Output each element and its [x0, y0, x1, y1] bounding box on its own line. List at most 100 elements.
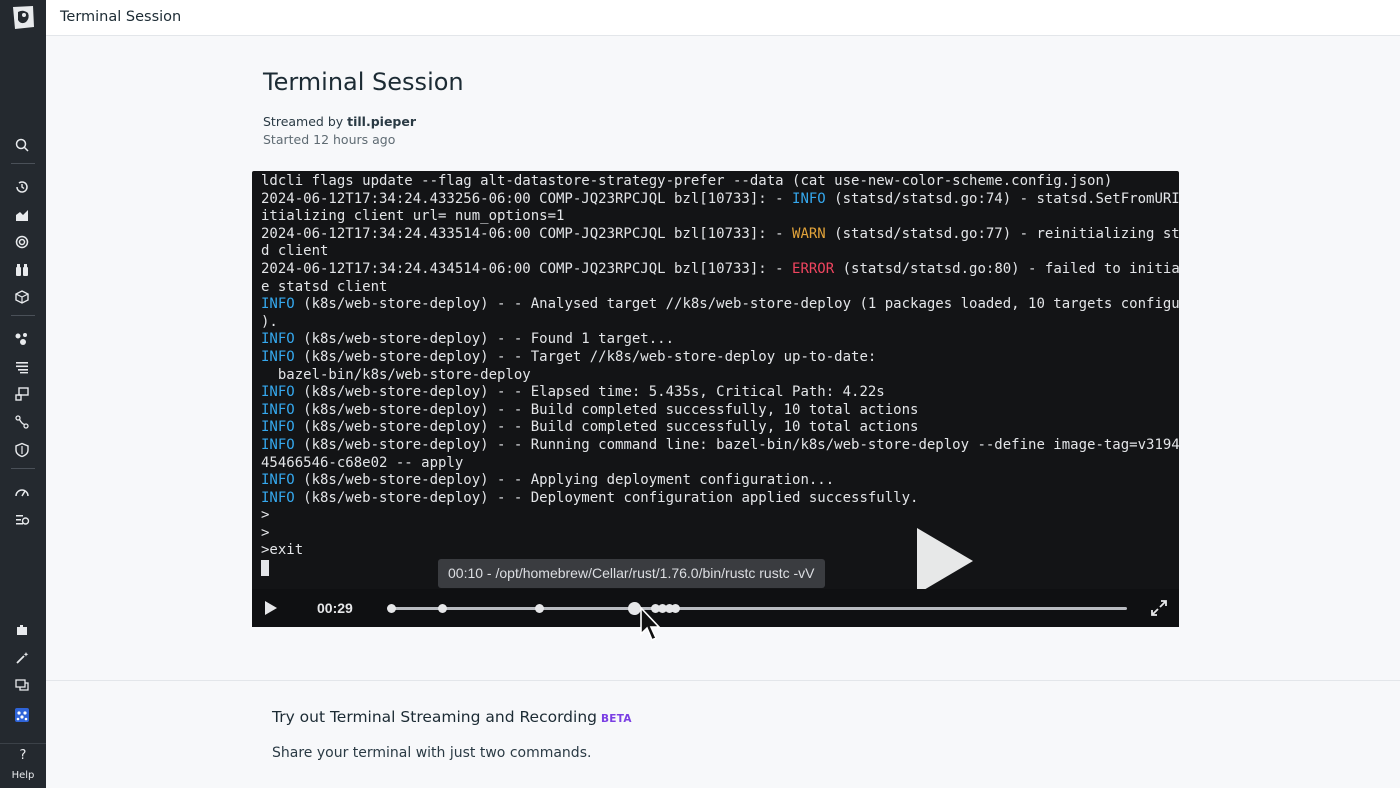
terminal-segment: (k8s/web-store-deploy) - - Target //k8s/… — [294, 348, 877, 365]
security-icon[interactable] — [12, 440, 32, 460]
terminal-segment: (k8s/web-store-deploy) - - Running comma… — [294, 436, 1179, 453]
timeline-tooltip: 00:10 - /opt/homebrew/Cellar/rust/1.76.0… — [438, 559, 825, 588]
help-button[interactable]: ? Help — [0, 743, 46, 788]
terminal-segment: INFO — [261, 384, 295, 401]
nav-separator — [11, 163, 35, 164]
nav-separator — [11, 468, 35, 469]
terminal-segment: 2024-06-12T17:34:24.434514-06:00 COMP-JQ… — [261, 260, 793, 277]
streamed-prefix: Streamed by — [263, 114, 348, 129]
terminal-segment: (k8s/web-store-deploy) - - Build complet… — [294, 419, 919, 436]
terminal-segment: ldcli flags update --flag alt-datastore-… — [261, 173, 1113, 189]
terminal-segment: (statsd/statsd.go:80) - failed to initia… — [834, 260, 1179, 277]
terminal-segment: itializing client url= num_options=1 — [261, 208, 565, 225]
terminal-segment: (statsd/statsd.go:74) - statsd.SetFromUR… — [825, 190, 1179, 207]
terminal-segment: (k8s/web-store-deploy) - - Applying depl… — [294, 472, 835, 489]
timeline-marker[interactable] — [438, 604, 447, 613]
cube-icon[interactable] — [12, 287, 32, 307]
terminal-segment: INFO — [261, 296, 295, 313]
apm-icon[interactable] — [12, 329, 32, 349]
terminal-line: 2024-06-12T17:34:24.434514-06:00 COMP-JQ… — [261, 261, 1179, 277]
network-icon[interactable] — [12, 412, 32, 432]
play-icon[interactable] — [265, 601, 277, 615]
terminal-segment: 45466546-c68e02 -- apply — [261, 454, 464, 471]
terminal-segment: WARN — [792, 225, 826, 242]
terminal-line: INFO (k8s/web-store-deploy) - - Running … — [261, 437, 1179, 453]
help-icon: ? — [19, 748, 27, 763]
terminal-segment: (k8s/web-store-deploy) - - Deployment co… — [294, 489, 919, 506]
timeline-marker[interactable] — [535, 604, 544, 613]
terminal-line: 2024-06-12T17:34:24.433256-06:00 COMP-JQ… — [261, 191, 1179, 207]
terminal-segment: INFO — [261, 331, 295, 348]
synthetics-icon[interactable] — [12, 510, 32, 530]
terminal-line: d client — [261, 243, 328, 259]
logs-icon[interactable] — [12, 357, 32, 377]
terminal-segment: > — [261, 524, 270, 541]
timeline-track[interactable] — [391, 607, 1127, 610]
streamed-user[interactable]: till.pieper — [347, 114, 416, 129]
player-controls: 00:29 — [252, 589, 1179, 627]
binoculars-icon[interactable] — [12, 260, 32, 280]
chat-icon[interactable] — [12, 675, 32, 695]
terminal-line: INFO (k8s/web-store-deploy) - - Deployme… — [261, 490, 918, 506]
terminal-line: >exit — [261, 542, 303, 558]
promo-title: Try out Terminal Streaming and Recording… — [272, 708, 632, 726]
rum-icon[interactable] — [12, 482, 32, 502]
history-icon[interactable] — [12, 177, 32, 197]
terminal-segment: >exit — [261, 542, 304, 559]
current-time: 00:29 — [317, 600, 353, 616]
terminal-line: INFO (k8s/web-store-deploy) - - Analysed… — [261, 296, 1179, 312]
terminal-segment: 2024-06-12T17:34:24.433256-06:00 COMP-JQ… — [261, 190, 793, 207]
terminal-segment: INFO — [261, 348, 295, 365]
terminal-line: INFO (k8s/web-store-deploy) - - Target /… — [261, 349, 876, 365]
terminal-line: INFO (k8s/web-store-deploy) - - Found 1 … — [261, 331, 674, 347]
terminal-line: ). — [261, 314, 278, 330]
terminal-segment: (statsd/statsd.go:77) - reinitializing s… — [825, 225, 1179, 242]
datadog-logo[interactable] — [9, 3, 37, 31]
integrations-icon[interactable] — [12, 620, 32, 640]
terminal-segment: INFO — [261, 401, 295, 418]
section-divider — [46, 680, 1400, 681]
streamed-by: Streamed by till.pieper — [263, 114, 416, 129]
terminal-line: INFO (k8s/web-store-deploy) - - Applying… — [261, 472, 834, 488]
timeline-marker[interactable] — [387, 604, 396, 613]
terminal-segment: (k8s/web-store-deploy) - - Analysed targ… — [294, 296, 1179, 313]
terminal-segment: INFO — [261, 472, 295, 489]
promo-title-text: Try out Terminal Streaming and Recording — [272, 708, 597, 726]
terminal-line: INFO (k8s/web-store-deploy) - - Build co… — [261, 402, 918, 418]
terminal-line: e statsd client — [261, 279, 387, 295]
mouse-cursor-icon — [640, 606, 661, 642]
terminal-segment: INFO — [261, 489, 295, 506]
promo-description: Share your terminal with just two comman… — [272, 745, 592, 761]
terminal-segment: > — [261, 507, 270, 524]
terminal-segment: (k8s/web-store-deploy) - - Elapsed time:… — [294, 384, 885, 401]
terminal-line: > — [261, 525, 269, 541]
terminal-line: INFO (k8s/web-store-deploy) - - Build co… — [261, 419, 918, 435]
nav-separator — [11, 315, 35, 316]
terminal-line: 2024-06-12T17:34:24.433514-06:00 COMP-JQ… — [261, 226, 1179, 242]
search-icon[interactable] — [12, 135, 32, 155]
monitor-icon[interactable] — [12, 232, 32, 252]
beta-badge: BETA — [601, 713, 632, 725]
terminal-segment: 2024-06-12T17:34:24.433514-06:00 COMP-JQ… — [261, 225, 793, 242]
magic-icon[interactable] — [12, 648, 32, 668]
terminal-cursor — [261, 560, 269, 577]
promo-card — [240, 688, 700, 788]
timeline-marker[interactable] — [671, 604, 680, 613]
terminal-segment: INFO — [261, 436, 295, 453]
fullscreen-icon[interactable] — [1150, 599, 1168, 617]
terminal-segment: (k8s/web-store-deploy) - - Build complet… — [294, 401, 919, 418]
sidebar: ? Help — [0, 0, 46, 788]
help-label: Help — [11, 770, 35, 781]
infrastructure-icon[interactable] — [12, 384, 32, 404]
started-time: Started 12 hours ago — [263, 132, 396, 147]
dashboard-icon[interactable] — [12, 205, 32, 225]
terminal-segment: (k8s/web-store-deploy) - - Found 1 targe… — [294, 331, 675, 348]
terminal-line: 45466546-c68e02 -- apply — [261, 455, 463, 471]
play-overlay-icon[interactable] — [917, 528, 973, 594]
terminal-line: bazel-bin/k8s/web-store-deploy — [261, 367, 531, 383]
terminal-segment: d client — [261, 243, 329, 260]
apps-icon[interactable] — [12, 705, 32, 725]
terminal-line: itializing client url= num_options=1 — [261, 208, 564, 224]
topbar: Terminal Session — [46, 0, 1400, 36]
terminal-line: ldcli flags update --flag alt-datastore-… — [261, 173, 1112, 189]
